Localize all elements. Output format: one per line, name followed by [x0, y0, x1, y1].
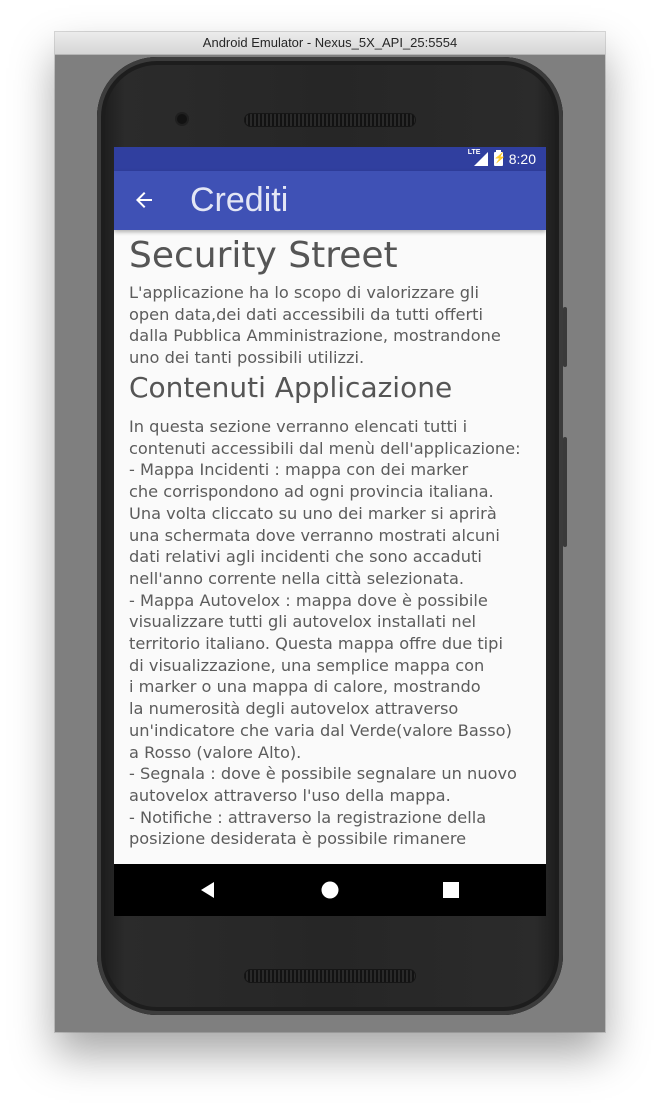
credits-content[interactable]: Security Street L'applicazione ha lo sco…: [114, 230, 546, 864]
text-line: dati relativi agli incidenti che sono ac…: [129, 547, 482, 567]
contents-paragraph: In questa sezione verranno elencati tutt…: [129, 416, 521, 850]
text-line: visualizzare tutti gli autovelox install…: [129, 612, 477, 632]
text-line: a Rosso (valore Alto).: [129, 742, 302, 762]
phone-screen: LTE ⚡ 8:20 Crediti Security Street L'app…: [114, 147, 546, 916]
text-line: - Mappa Autovelox : mappa dove è possibi…: [129, 590, 488, 610]
status-time: 8:20: [508, 151, 536, 167]
emulator-window: Android Emulator - Nexus_5X_API_25:5554 …: [55, 32, 605, 1032]
phone-frame: LTE ⚡ 8:20 Crediti Security Street L'app…: [97, 57, 567, 1015]
intro-paragraph: L'applicazione ha lo scopo di valorizzar…: [129, 282, 501, 369]
back-triangle-icon[interactable]: [196, 878, 220, 902]
top-speaker: [244, 113, 416, 127]
text-line: L'applicazione ha lo scopo di valorizzar…: [129, 283, 480, 302]
text-line: territorio italiano. Questa mappa offre …: [129, 634, 503, 654]
home-circle-icon[interactable]: [318, 878, 342, 902]
bottom-speaker: [244, 969, 416, 983]
lte-signal-icon: LTE: [467, 149, 488, 166]
power-button[interactable]: [563, 307, 567, 367]
text-line: uno dei tanti possibili utilizzi.: [129, 348, 365, 368]
volume-button[interactable]: [563, 437, 567, 547]
text-line: Una volta cliccato su uno dei marker si …: [129, 503, 497, 523]
battery-charging-icon: ⚡: [493, 150, 507, 166]
text-line: contenuti accessibili dal menù dell'appl…: [129, 438, 521, 458]
app-bar: Crediti: [114, 171, 546, 230]
text-line: nell'anno corrente nella città seleziona…: [129, 568, 465, 588]
text-line: posizione desiderata è possibile rimaner…: [129, 829, 467, 849]
text-line: la numerosità degli autovelox attraverso: [129, 699, 459, 719]
text-line: - Mappa Incidenti : mappa con dei marker: [129, 460, 469, 480]
text-line: che corrispondono ad ogni provincia ital…: [129, 482, 494, 502]
text-line: - Segnala : dove è possibile segnalare u…: [129, 764, 517, 784]
network-type-label: LTE: [467, 149, 481, 156]
page-title: Crediti: [190, 181, 289, 219]
section-heading: Contenuti Applicazione: [129, 371, 453, 404]
text-line: open data,dei dati accessibili da tutti …: [129, 304, 483, 324]
recents-square-icon[interactable]: [439, 878, 463, 902]
window-title: Android Emulator - Nexus_5X_API_25:5554: [55, 32, 605, 55]
navigation-bar: [114, 864, 546, 916]
text-line: una schermata dove verranno mostrati alc…: [129, 525, 500, 545]
app-name-heading: Security Street: [129, 235, 398, 276]
text-line: In questa sezione verranno elencati tutt…: [129, 417, 468, 436]
front-camera: [177, 114, 187, 124]
text-line: - Notifiche : attraverso la registrazion…: [129, 807, 487, 827]
text-line: autovelox attraverso l'uso della mappa.: [129, 785, 451, 805]
text-line: i marker o una mappa di calore, mostrand…: [129, 677, 481, 697]
text-line: di visualizzazione, una semplice mappa c…: [129, 655, 485, 675]
status-bar: LTE ⚡ 8:20: [114, 147, 546, 171]
arrow-left-icon[interactable]: [132, 188, 156, 212]
text-line: un'indicatore che varia dal Verde(valore…: [129, 720, 512, 740]
text-line: dalla Pubblica Amministrazione, mostrand…: [129, 326, 501, 346]
